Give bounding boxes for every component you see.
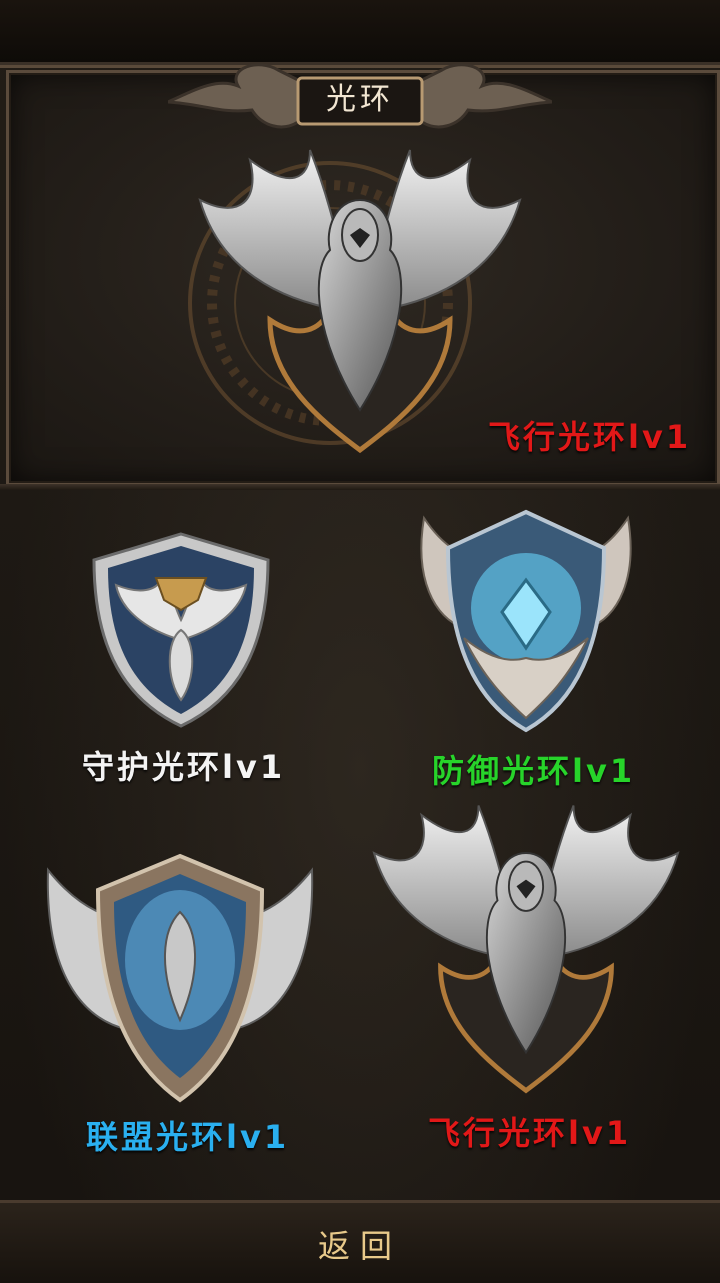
top-strip xyxy=(0,0,720,68)
winged-eagle-emblem-icon xyxy=(372,805,680,1094)
eagle-shield-icon xyxy=(92,532,270,728)
aura-label-alliance: 联盟光环lv1 xyxy=(86,1118,290,1156)
aura-label-flight: 飞行光环lv1 xyxy=(428,1114,632,1152)
divider xyxy=(0,484,720,490)
aura-label-guard: 守护光环lv1 xyxy=(82,748,286,786)
page-title: 光环 xyxy=(326,82,394,117)
winged-crest-shield-icon xyxy=(46,853,314,1103)
winged-blue-shield-icon xyxy=(420,509,632,733)
aura-label-defense: 防御光环lv1 xyxy=(432,752,636,790)
preview-emblem-icon xyxy=(198,149,522,454)
back-button[interactable]: 返回 xyxy=(0,1208,720,1280)
preview-aura-label: 飞行光环lv1 xyxy=(488,418,692,456)
